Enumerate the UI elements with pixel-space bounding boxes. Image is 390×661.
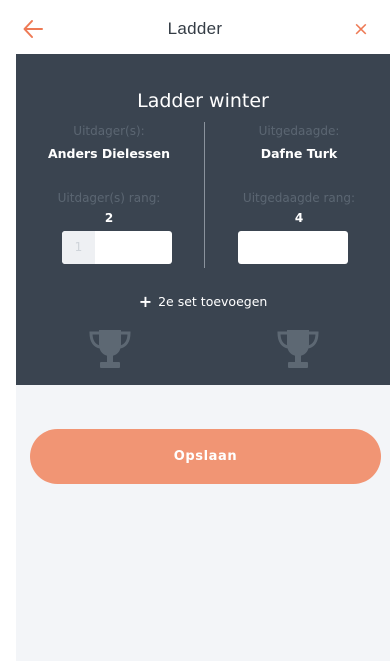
trophy-icon	[273, 324, 323, 372]
main-content: Ladder winter Uitdager(s): Anders Dieles…	[16, 54, 390, 661]
trophy-icon	[85, 324, 135, 372]
page-title: Ladder	[167, 19, 223, 38]
app-header: Ladder ×	[0, 0, 390, 56]
challenger-rank: 2	[104, 211, 114, 225]
challenged-rank: 4	[294, 211, 304, 225]
plus-icon: +	[138, 292, 153, 311]
save-button[interactable]: Opslaan	[30, 429, 381, 484]
score-placeholder: 1	[62, 231, 95, 264]
match-panel: Ladder winter Uitdager(s): Anders Dieles…	[16, 54, 390, 385]
challenger-label: Uitdager(s):	[73, 124, 145, 138]
challenger-column: Uitdager(s): Anders Dielessen Uitdager(s…	[16, 124, 202, 225]
challenged-label: Uitgedaagde:	[258, 124, 340, 138]
ladder-title: Ladder winter	[137, 90, 269, 112]
challenged-column: Uitgedaagde: Dafne Turk Uitgedaagde rang…	[206, 124, 390, 225]
challenger-name: Anders Dielessen	[47, 146, 171, 161]
challenged-rank-label: Uitgedaagde rang:	[242, 191, 356, 205]
challenger-score-input[interactable]: 1	[62, 231, 172, 264]
challenger-rank-label: Uitdager(s) rang:	[57, 191, 161, 205]
close-button[interactable]: ×	[350, 17, 372, 41]
challenged-score-input[interactable]	[238, 231, 348, 264]
add-set-label: 2e set toevoegen	[158, 294, 268, 309]
challenged-name: Dafne Turk	[260, 146, 338, 161]
close-icon: ×	[353, 18, 369, 40]
divider	[204, 122, 205, 268]
add-set-button[interactable]: +2e set toevoegen	[16, 292, 390, 311]
